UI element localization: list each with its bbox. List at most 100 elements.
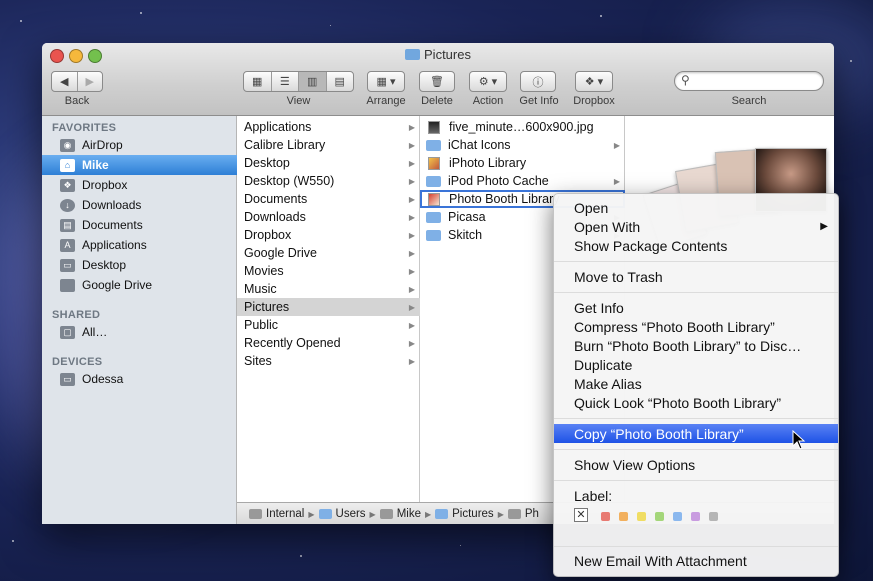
menu-item-quick-look[interactable]: Quick Look “Photo Booth Library” xyxy=(554,393,838,412)
view-label: View xyxy=(286,95,311,107)
sidebar: FAVORITES ◉ AirDrop ⌂ Mike ❖ Dropbox ↓ Downl… xyxy=(42,116,237,524)
column-item[interactable]: five_minute…600x900.jpg xyxy=(420,118,625,136)
column-item[interactable]: Sites ▶ xyxy=(237,352,420,370)
path-segment[interactable]: Internal xyxy=(266,508,304,520)
chevron-right-icon: ▶ xyxy=(408,122,415,132)
arrange-button[interactable]: ▦ ▾ xyxy=(367,71,405,92)
menu-item-get-info[interactable]: Get Info xyxy=(554,298,838,317)
menu-item-open-with[interactable]: Open With ▶ xyxy=(554,217,838,236)
folder-icon xyxy=(426,175,441,187)
menu-item-move-to-trash[interactable]: Move to Trash xyxy=(554,267,838,286)
search-field[interactable]: ⚲ xyxy=(674,71,824,91)
chevron-right-icon: ▶ xyxy=(613,176,620,186)
chevron-right-icon: ▶ xyxy=(408,320,415,330)
column-item-label: iPod Photo Cache xyxy=(448,174,549,188)
icon-view-icon[interactable]: ▦ xyxy=(244,72,272,91)
label-color-swatch[interactable] xyxy=(637,512,646,521)
path-segment[interactable]: Pictures xyxy=(452,508,494,520)
desktop-star xyxy=(600,15,602,17)
label-none-button[interactable]: ✕ xyxy=(574,508,588,522)
sidebar-item-label: Odessa xyxy=(82,372,124,386)
path-segment[interactable]: Users xyxy=(336,508,366,520)
desktop-star xyxy=(300,555,302,557)
coverflow-view-icon[interactable]: ▤ xyxy=(327,72,354,91)
label-color-swatch[interactable] xyxy=(619,512,628,521)
get-info-button[interactable]: ⓘ xyxy=(520,71,556,92)
column-item[interactable]: Dropbox ▶ xyxy=(237,226,420,244)
menu-item-compress[interactable]: Compress “Photo Booth Library” xyxy=(554,317,838,336)
path-separator-icon: ▶ xyxy=(369,509,376,519)
sidebar-item-dropbox[interactable]: ❖ Dropbox xyxy=(42,175,237,195)
menu-separator xyxy=(554,418,838,419)
column-item-label: Skitch xyxy=(448,228,483,242)
folder-icon xyxy=(405,49,421,60)
back-arrow-icon[interactable]: ◀ xyxy=(52,72,78,91)
network-icon: ▢ xyxy=(60,325,75,339)
column-item[interactable]: Documents ▶ xyxy=(237,190,420,208)
back-forward-buttons[interactable]: ◀ ▶ xyxy=(51,71,103,92)
sidebar-item-odessa[interactable]: ▭ Odessa xyxy=(42,369,237,389)
menu-item-label: Move to Trash xyxy=(574,268,663,285)
column-item[interactable]: Downloads ▶ xyxy=(237,208,420,226)
column-item[interactable]: Desktop (W550) ▶ xyxy=(237,172,420,190)
path-segment[interactable]: Mike xyxy=(397,508,421,520)
path-segment[interactable]: Ph xyxy=(525,508,539,520)
label-color-swatch[interactable] xyxy=(691,512,700,521)
menu-item-new-email[interactable]: New Email With Attachment xyxy=(554,551,838,570)
sidebar-item-airdrop[interactable]: ◉ AirDrop xyxy=(42,135,237,155)
folder-icon xyxy=(426,211,441,223)
sidebar-item-desktop[interactable]: ▭ Desktop xyxy=(42,255,237,275)
column-view-icon[interactable]: ▥ xyxy=(299,72,327,91)
dropbox-button[interactable]: ❖ ▾ xyxy=(575,71,613,92)
column-item[interactable]: Pictures ▶ xyxy=(237,298,420,316)
column-item[interactable]: iPod Photo Cache ▶ xyxy=(420,172,625,190)
column-item[interactable]: Applications ▶ xyxy=(237,118,420,136)
menu-item-label: Show View Options xyxy=(574,456,696,473)
menu-item-show-view-options[interactable]: Show View Options xyxy=(554,455,838,474)
forward-arrow-icon[interactable]: ▶ xyxy=(78,72,103,91)
column-item[interactable]: Music ▶ xyxy=(237,280,420,298)
list-view-icon[interactable]: ☰ xyxy=(272,72,299,91)
sidebar-item-documents[interactable]: ▤ Documents xyxy=(42,215,237,235)
menu-item-show-package-contents[interactable]: Show Package Contents xyxy=(554,236,838,255)
path-separator-icon: ▶ xyxy=(497,509,504,519)
label-color-swatch[interactable] xyxy=(673,512,682,521)
column-item[interactable]: Recently Opened ▶ xyxy=(237,334,420,352)
search-icon: ⚲ xyxy=(681,73,690,87)
menu-item-label: Duplicate xyxy=(574,356,633,373)
delete-button[interactable]: 🗑 xyxy=(419,71,455,92)
menu-item-duplicate[interactable]: Duplicate xyxy=(554,355,838,374)
view-buttons[interactable]: ▦ ☰ ▥ ▤ xyxy=(243,71,354,92)
menu-item-make-alias[interactable]: Make Alias xyxy=(554,374,838,393)
column-item[interactable]: Calibre Library ▶ xyxy=(237,136,420,154)
sidebar-item-applications[interactable]: A Applications xyxy=(42,235,237,255)
label-color-swatch[interactable] xyxy=(655,512,664,521)
sidebar-item-downloads[interactable]: ↓ Downloads xyxy=(42,195,237,215)
column-item-label: five_minute…600x900.jpg xyxy=(449,120,594,134)
chevron-right-icon: ▶ xyxy=(408,302,415,312)
column-item[interactable]: Google Drive ▶ xyxy=(237,244,420,262)
label-color-swatch[interactable] xyxy=(709,512,718,521)
column-item-label: Google Drive xyxy=(244,246,317,260)
column-item[interactable]: iChat Icons ▶ xyxy=(420,136,625,154)
action-button[interactable]: ⚙ ▾ xyxy=(469,71,507,92)
search-input[interactable] xyxy=(695,74,819,88)
menu-item-label: Quick Look “Photo Booth Library” xyxy=(574,394,781,411)
sidebar-item-google-drive[interactable]: Google Drive xyxy=(42,275,237,295)
sidebar-item-all[interactable]: ▢ All… xyxy=(42,322,237,342)
chevron-right-icon: ▶ xyxy=(408,140,415,150)
menu-item-burn[interactable]: Burn “Photo Booth Library” to Disc… xyxy=(554,336,838,355)
desktop-star xyxy=(140,12,142,14)
chevron-right-icon: ▶ xyxy=(408,248,415,258)
window-title: Pictures xyxy=(42,47,834,62)
column-item[interactable]: iPhoto Library xyxy=(420,154,625,172)
column-item[interactable]: Public ▶ xyxy=(237,316,420,334)
label-color-swatch[interactable] xyxy=(601,512,610,521)
home-icon: ⌂ xyxy=(60,158,75,172)
column-item[interactable]: Movies ▶ xyxy=(237,262,420,280)
column-item-label: Picasa xyxy=(448,210,486,224)
column-item[interactable]: Desktop ▶ xyxy=(237,154,420,172)
chevron-right-icon: ▶ xyxy=(408,212,415,222)
menu-item-open[interactable]: Open xyxy=(554,198,838,217)
sidebar-item-mike[interactable]: ⌂ Mike xyxy=(42,155,237,175)
